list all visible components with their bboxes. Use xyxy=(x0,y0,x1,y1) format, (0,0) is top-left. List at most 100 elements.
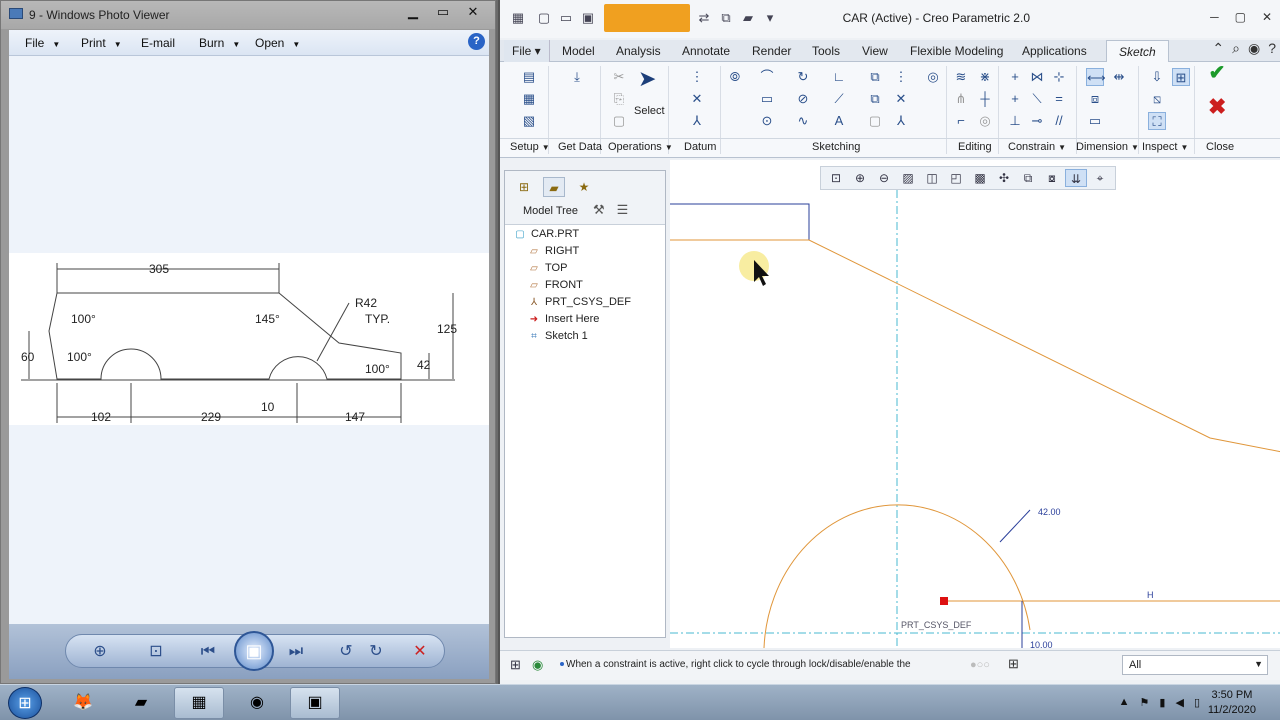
group-constrain[interactable]: Constrain ▼ xyxy=(1008,141,1066,153)
photo-viewer-titlebar[interactable]: 9 - Windows Photo Viewer ▁ ▭ ✕ xyxy=(1,1,495,29)
rectangle-icon[interactable]: ▭ xyxy=(758,90,776,108)
group-setup[interactable]: Setup ▼ xyxy=(510,141,550,153)
offset-icon[interactable]: ⧉ xyxy=(866,68,884,86)
actual-size-icon[interactable]: ⊡ xyxy=(144,641,168,663)
zoom-out-icon[interactable]: ⊖ xyxy=(873,169,895,187)
help-center-icon[interactable]: ◉ xyxy=(1248,40,1260,57)
graphics-area[interactable]: 42.00 PRT_CSYS_DEF H 10.00 ⊡ ⊕ ⊖ ▨ ◫ ◰ ▩… xyxy=(670,160,1280,648)
sketch-view-icon[interactable]: ▧ xyxy=(520,112,538,130)
delete-icon[interactable]: ✕ xyxy=(408,641,432,663)
tree-item-front[interactable]: ▱ FRONT xyxy=(527,279,583,291)
tab-sketch[interactable]: Sketch xyxy=(1106,40,1169,63)
tab-file[interactable]: File ▾ xyxy=(504,40,550,62)
group-inspect[interactable]: Inspect ▼ xyxy=(1142,141,1188,153)
equal-constraint-icon[interactable]: = xyxy=(1050,90,1068,108)
next-icon[interactable]: ⏭ xyxy=(284,641,308,663)
coordinate-sketch-icon[interactable]: ⅄ xyxy=(892,112,910,130)
selection-filter[interactable]: All ▼ xyxy=(1122,655,1268,675)
baseline-dimension-icon[interactable]: ⧈ xyxy=(1086,90,1104,108)
browser-toggle-icon[interactable]: ◉ xyxy=(532,657,543,673)
saved-views-icon[interactable]: ◰ xyxy=(945,169,967,187)
midpoint-constraint-icon[interactable]: ⟍ xyxy=(1028,90,1046,108)
menu-open[interactable]: Open ▼ xyxy=(255,36,300,50)
sketch-orientation-icon[interactable]: ⇊ xyxy=(1065,169,1087,187)
close-button[interactable]: ✕ xyxy=(461,3,485,21)
start-button[interactable]: ⊞ xyxy=(8,687,42,719)
overlapping-geometry-icon[interactable]: ⇩ xyxy=(1148,68,1166,86)
point-icon[interactable]: ✕ xyxy=(892,90,910,108)
arc-icon[interactable]: ↻ xyxy=(794,68,812,86)
line-icon[interactable]: ⌒ xyxy=(758,68,776,86)
divide-icon[interactable]: ⋔ xyxy=(952,90,970,108)
small-dimension[interactable]: 10.00 xyxy=(1030,640,1053,648)
find-icon[interactable]: ⊞ xyxy=(1008,656,1019,672)
palette-icon[interactable]: ⤓ xyxy=(568,68,586,86)
perimeter-dimension-icon[interactable]: ⇹ xyxy=(1110,68,1128,86)
horizontal-constraint-icon[interactable]: + xyxy=(1006,90,1024,108)
sketch-setup-icon[interactable]: ▤ xyxy=(520,68,538,86)
help-icon[interactable]: ? xyxy=(468,33,485,50)
favorites-icon[interactable]: ★ xyxy=(573,177,595,197)
paste-icon[interactable]: ▢ xyxy=(610,112,628,130)
datum-display-icon[interactable]: ✣ xyxy=(993,169,1015,187)
info-icon[interactable]: ? xyxy=(1268,40,1276,57)
tab-analysis[interactable]: Analysis xyxy=(616,44,661,58)
creo-maximize-button[interactable]: ▢ xyxy=(1235,10,1246,24)
slideshow-button[interactable]: ▣ xyxy=(234,631,274,671)
tab-applications[interactable]: Applications xyxy=(1022,44,1087,58)
rotate-right-icon[interactable]: ↻ xyxy=(364,641,388,663)
menu-file[interactable]: File ▼ xyxy=(25,36,60,50)
tab-render[interactable]: Render xyxy=(752,44,791,58)
repaint-icon[interactable]: ▨ xyxy=(897,169,919,187)
tree-item-insert-here[interactable]: ➜ Insert Here xyxy=(527,313,600,325)
highlight-open-ends-icon[interactable]: ⊞ xyxy=(1172,68,1190,86)
tab-view[interactable]: View xyxy=(862,44,888,58)
tab-model[interactable]: Model xyxy=(562,44,595,58)
refit-icon[interactable]: ⊡ xyxy=(825,169,847,187)
text-icon[interactable]: A xyxy=(830,112,848,130)
previous-icon[interactable]: ⏮ xyxy=(196,641,220,663)
tree-item-car-prt[interactable]: ▢ CAR.PRT xyxy=(513,228,579,240)
mirror-icon[interactable]: ⋇ xyxy=(976,68,994,86)
volume-icon[interactable]: ◀ xyxy=(1175,696,1183,709)
recorder-taskbar-icon[interactable]: ◉ xyxy=(232,687,282,719)
tree-settings-icon[interactable]: ⚒ xyxy=(593,202,605,218)
cancel-x-icon[interactable]: ✖ xyxy=(1208,96,1226,118)
feature-requirements-icon[interactable]: ⛶ xyxy=(1148,112,1166,130)
modify-icon[interactable]: ≋ xyxy=(952,68,970,86)
menu-email[interactable]: E-mail xyxy=(141,36,175,50)
creo-minimize-button[interactable]: ─ xyxy=(1210,10,1219,24)
reference-icon[interactable]: ▦ xyxy=(520,90,538,108)
rotate-left-icon[interactable]: ↺ xyxy=(334,641,358,663)
zoom-in-icon[interactable]: ⊕ xyxy=(849,169,871,187)
tab-tools[interactable]: Tools xyxy=(812,44,840,58)
project-icon[interactable]: ▢ xyxy=(866,112,884,130)
circle-icon[interactable]: ⊙ xyxy=(758,112,776,130)
parallel-constraint-icon[interactable]: // xyxy=(1050,112,1068,130)
palette-shape-icon[interactable]: ◎ xyxy=(924,68,942,86)
minimize-button[interactable]: ▁ xyxy=(401,3,425,21)
display-style-icon[interactable]: ◫ xyxy=(921,169,943,187)
search-icon[interactable]: ⌕ xyxy=(1232,40,1240,57)
model-tree-tab-icon[interactable]: ⊞ xyxy=(513,177,535,197)
reference-dimension-icon[interactable]: ▭ xyxy=(1086,112,1104,130)
show-hidden-icons-icon[interactable]: ▲ xyxy=(1119,696,1130,709)
clock[interactable]: 3:50 PM 11/2/2020 xyxy=(1208,688,1256,718)
folder-browser-icon[interactable]: ▰ xyxy=(543,177,565,197)
flag-icon[interactable]: ⚑ xyxy=(1140,696,1150,709)
centerline-sketch-icon[interactable]: ⋮ xyxy=(892,68,910,86)
rotate-resize-icon[interactable]: ◎ xyxy=(976,112,994,130)
perpendicular-constraint-icon[interactable]: ⊥ xyxy=(1006,112,1024,130)
creo-close-button[interactable]: ✕ xyxy=(1262,10,1272,24)
photo-viewer-taskbar-icon[interactable]: ▣ xyxy=(290,687,340,719)
select-button[interactable]: Select xyxy=(634,105,665,117)
firefox-taskbar-icon[interactable]: 🦊 xyxy=(58,687,108,719)
maximize-button[interactable]: ▭ xyxy=(431,3,455,21)
fillet-icon[interactable]: ∟ xyxy=(830,68,848,86)
show-menu-icon[interactable]: ☰ xyxy=(617,202,629,218)
ok-checkmark-icon[interactable]: ✔ xyxy=(1208,63,1226,83)
file-explorer-taskbar-icon[interactable]: ▰ xyxy=(116,687,166,719)
centerline-icon[interactable]: ⋮ xyxy=(688,68,706,86)
normal-dimension-icon[interactable]: ⟷ xyxy=(1086,68,1106,86)
chamfer-icon[interactable]: ⟋ xyxy=(830,90,848,108)
